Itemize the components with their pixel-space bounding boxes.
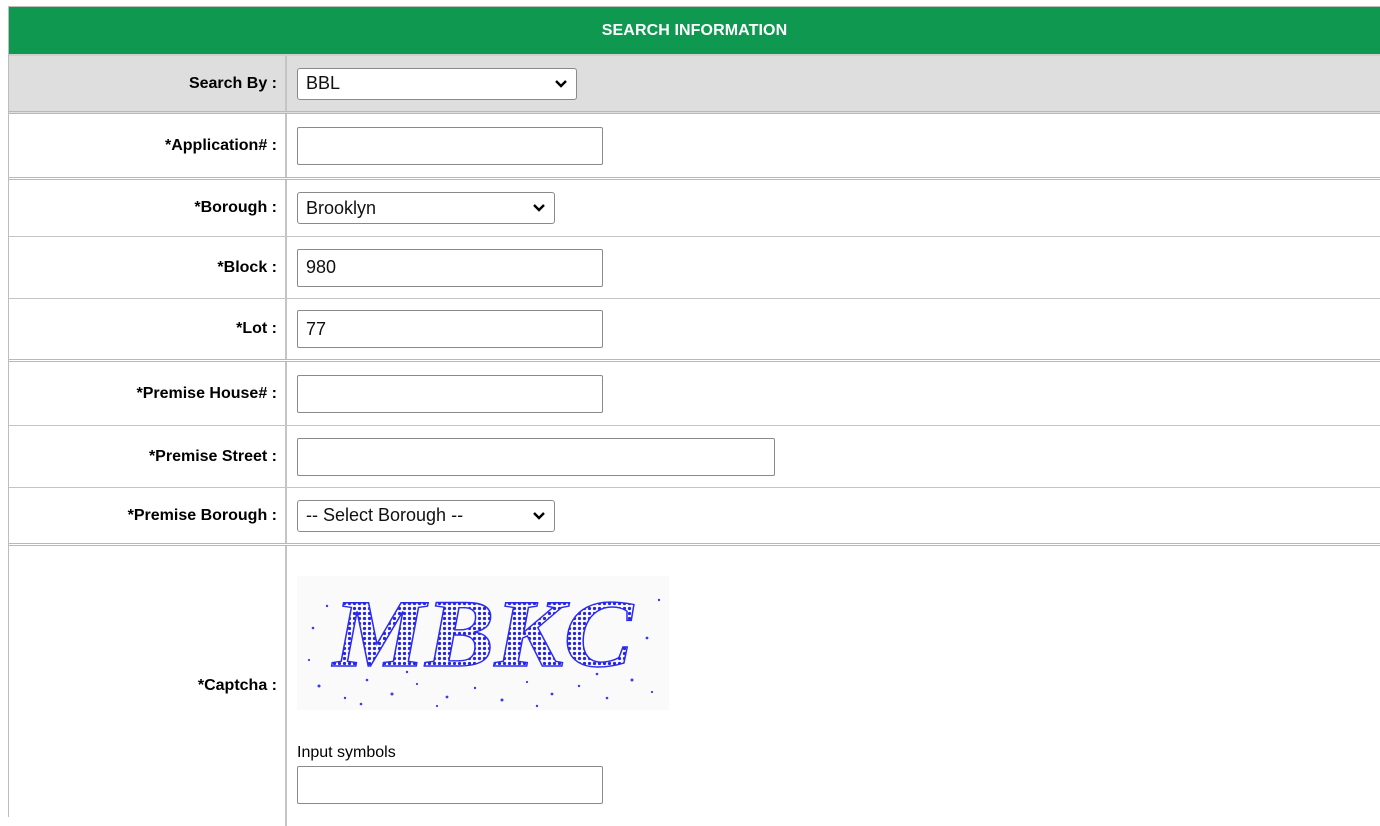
application-row: *Application# : [9,114,1380,180]
premise-house-label: *Premise House# : [9,362,287,425]
premise-borough-select[interactable]: -- Select Borough -- [297,499,555,532]
search-form: SEARCH INFORMATION Search By : BBL *Appl… [8,6,1380,826]
borough-select[interactable]: Brooklyn [297,192,555,224]
captcha-text: MBKC [331,580,634,687]
lot-label: *Lot : [9,299,287,359]
lot-row: *Lot : 77 [9,299,1380,362]
captcha-row: *Captcha : MBKC Input symbols [9,546,1380,826]
application-label: *Application# : [9,114,287,177]
captcha-image: MBKC [297,576,669,710]
borough-label: *Borough : [9,180,287,236]
captcha-input-label: Input symbols [297,744,396,761]
search-by-label: Search By : [9,56,287,111]
borough-row: *Borough : Brooklyn [9,180,1380,237]
lot-input[interactable]: 77 [297,310,603,348]
premise-borough-label: *Premise Borough : [9,488,287,543]
search-by-row: Search By : BBL [9,56,1380,114]
block-label: *Block : [9,237,287,298]
premise-street-label: *Premise Street : [9,426,287,487]
premise-street-row: *Premise Street : [9,426,1380,488]
premise-house-input[interactable] [297,374,603,413]
premise-borough-row: *Premise Borough : -- Select Borough -- [9,488,1380,546]
premise-house-row: *Premise House# : [9,362,1380,426]
chevron-down-icon [533,204,545,212]
application-input[interactable] [297,126,603,165]
chevron-down-icon [533,511,545,520]
header-title: SEARCH INFORMATION [601,21,788,39]
captcha-label: *Captcha : [9,546,287,826]
search-by-select[interactable]: BBL [297,67,577,100]
chevron-down-icon [555,79,567,88]
block-row: *Block : 980 [9,237,1380,299]
form-header: SEARCH INFORMATION [9,7,1380,56]
premise-street-input[interactable] [297,437,775,476]
captcha-input[interactable] [297,766,603,804]
block-input[interactable]: 980 [297,248,603,287]
